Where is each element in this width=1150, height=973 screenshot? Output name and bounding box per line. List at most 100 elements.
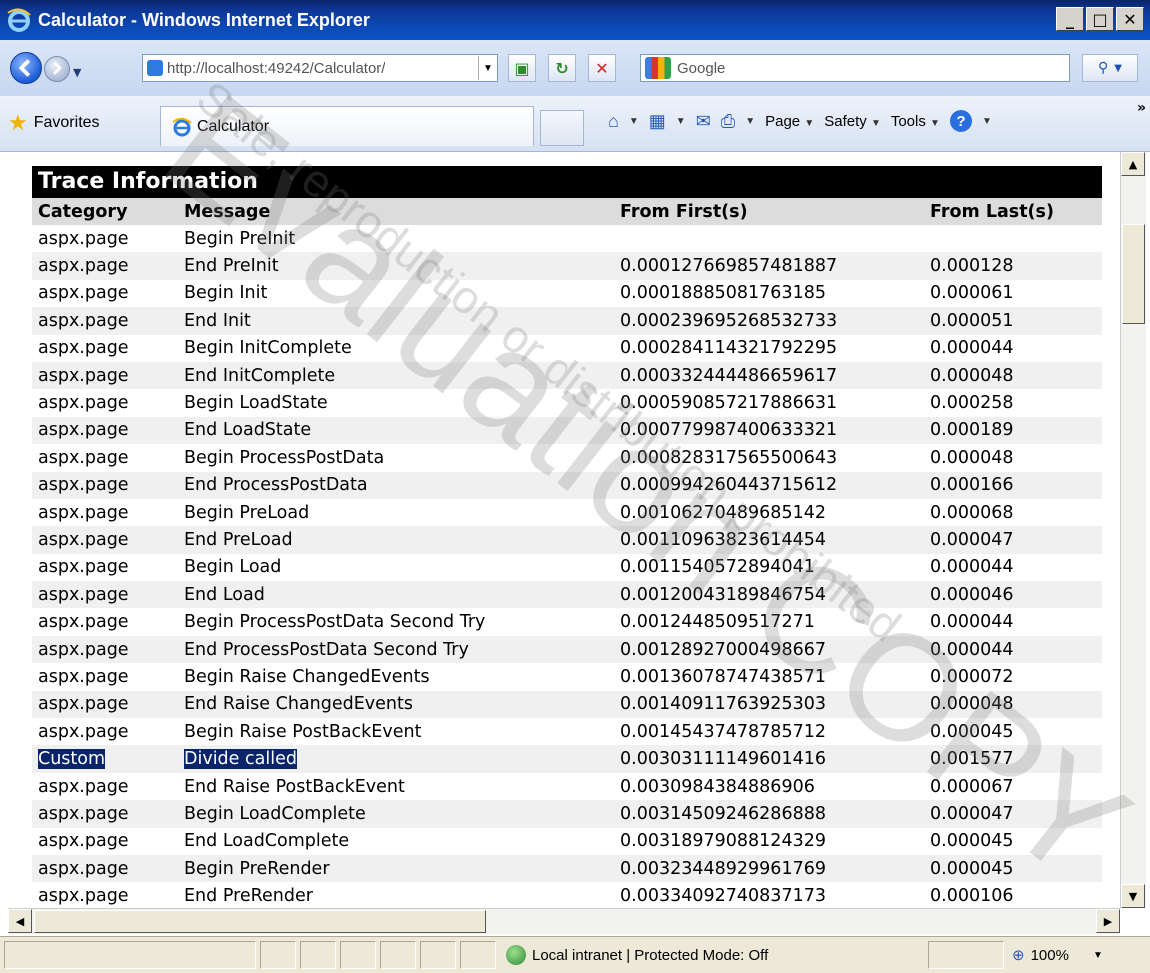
horizontal-scrollbar[interactable]: ◀ ▶ — [8, 908, 1120, 934]
address-dropdown-icon[interactable]: ▼ — [478, 56, 497, 80]
cell-from-last: 0.001577 — [930, 749, 1014, 770]
cell-from-last: 0.000045 — [930, 721, 1014, 742]
print-dropdown-icon[interactable]: ▼ — [745, 116, 755, 127]
status-bar: Local intranet | Protected Mode: Off ⊕ 1… — [0, 936, 1150, 973]
minimize-button[interactable]: _ — [1056, 7, 1084, 31]
stop-button[interactable]: ✕ — [588, 54, 616, 82]
search-placeholder[interactable]: Google — [677, 60, 725, 77]
cell-message: Begin Raise ChangedEvents — [184, 666, 430, 687]
cell-category: aspx.page — [38, 529, 129, 550]
vertical-scroll-thumb[interactable] — [1122, 224, 1145, 324]
help-icon[interactable]: ? — [949, 110, 972, 132]
security-zone[interactable]: Local intranet | Protected Mode: Off — [502, 941, 922, 969]
cell-from-last: 0.000128 — [930, 256, 1014, 277]
cell-category: aspx.page — [38, 886, 129, 907]
home-icon[interactable]: ⌂ — [608, 111, 619, 132]
cell-from-last: 0.000068 — [930, 502, 1014, 523]
scroll-down-icon: ▼ — [1128, 889, 1138, 903]
zoom-control[interactable]: ⊕ 100% ▼ — [1012, 941, 1103, 969]
cell-from-first: 0.000828317565500643 — [620, 447, 838, 468]
mail-icon[interactable]: ✉ — [696, 111, 711, 132]
cell-category: aspx.page — [38, 721, 129, 742]
tab-label: Calculator — [197, 117, 270, 135]
search-icon: ⚲ — [1098, 60, 1109, 76]
cell-category: aspx.page — [38, 831, 129, 852]
zoom-level: 100% — [1030, 946, 1069, 964]
search-options-icon[interactable]: ▼ — [1114, 63, 1122, 74]
help-dropdown-icon[interactable]: ▼ — [982, 116, 992, 127]
status-segment — [300, 941, 336, 969]
cell-from-last: 0.000258 — [930, 393, 1014, 414]
scroll-down-button[interactable]: ▼ — [1121, 884, 1145, 908]
table-row: aspx.page End ProcessPostData 0.0009942604… — [32, 471, 1102, 499]
table-row: aspx.page End PreRender 0.0033409274083717… — [32, 882, 1102, 908]
cell-from-first: 0.0012448509517271 — [620, 612, 815, 633]
home-dropdown-icon[interactable]: ▼ — [629, 116, 639, 127]
cell-from-first: 0.00136078747438571 — [620, 666, 826, 687]
cell-message: End Init — [184, 310, 251, 331]
scroll-up-button[interactable]: ▲ — [1121, 152, 1145, 176]
vertical-scrollbar[interactable]: ▲ ▼ — [1120, 152, 1146, 908]
print-icon[interactable]: ⎙ — [721, 111, 735, 132]
tools-menu[interactable]: Tools ▼ — [891, 113, 940, 130]
cell-from-last: 0.000047 — [930, 529, 1014, 550]
horizontal-scroll-thumb[interactable] — [34, 910, 486, 933]
table-row: aspx.page End Raise ChangedEvents 0.001409… — [32, 690, 1102, 719]
compatibility-view-button[interactable]: ▣ — [508, 54, 536, 82]
table-row: aspx.page Begin LoadComplete 0.00314509246… — [32, 800, 1102, 828]
favorites-label: Favorites — [33, 114, 100, 131]
forward-arrow-icon — [53, 61, 62, 75]
page-menu[interactable]: Page ▼ — [765, 113, 814, 130]
feeds-icon[interactable]: ▦ — [649, 111, 666, 132]
selected-text: Divide called — [184, 749, 297, 770]
cell-from-first: 0.000994260443715612 — [620, 475, 838, 496]
search-button[interactable]: ⚲ ▼ — [1082, 54, 1138, 82]
cell-category: aspx.page — [38, 502, 129, 523]
cell-from-first: 0.00318979088124329 — [620, 831, 826, 852]
address-url[interactable]: http://localhost:49242/Calculator/ — [167, 60, 385, 77]
cell-message: Begin InitComplete — [184, 338, 352, 359]
header-from-last: From Last(s) — [930, 201, 1054, 222]
cell-message: End PreRender — [184, 886, 313, 907]
back-button[interactable] — [10, 52, 42, 84]
address-toolbar: ▼ http://localhost:49242/Calculator/ ▼ ▣… — [0, 40, 1150, 96]
new-tab-button[interactable] — [540, 110, 584, 146]
safety-menu[interactable]: Safety ▼ — [824, 113, 881, 130]
address-bar[interactable]: http://localhost:49242/Calculator/ ▼ — [142, 54, 498, 82]
status-segment — [4, 941, 256, 969]
search-box[interactable]: Google — [640, 54, 1070, 82]
cell-message: Begin PreRender — [184, 858, 330, 879]
cell-from-last: 0.000189 — [930, 420, 1014, 441]
header-from-first: From First(s) — [620, 201, 748, 222]
cell-from-first: 0.0011540572894041 — [620, 557, 815, 578]
cell-from-first: 0.00120043189846754 — [620, 584, 826, 605]
cell-category: aspx.page — [38, 283, 129, 304]
zoom-dropdown-icon[interactable]: ▼ — [1093, 950, 1103, 961]
status-segment — [460, 941, 496, 969]
maximize-button[interactable]: □ — [1086, 7, 1114, 31]
close-button[interactable]: ✕ — [1116, 7, 1144, 31]
scroll-right-button[interactable]: ▶ — [1096, 909, 1120, 933]
cell-from-last: 0.000044 — [930, 612, 1014, 633]
forward-button[interactable] — [44, 56, 70, 82]
refresh-button[interactable]: ↻ — [548, 54, 576, 82]
table-row: aspx.page Begin Raise PostBackEvent 0.0014… — [32, 718, 1102, 745]
feeds-dropdown-icon[interactable]: ▼ — [676, 116, 686, 127]
tab-calculator[interactable]: Calculator — [160, 106, 534, 146]
favorites-button[interactable]: ★ Favorites — [8, 110, 100, 136]
status-segment — [420, 941, 456, 969]
table-row: Custom Divide called 0.00303111149601416 0.… — [32, 745, 1102, 773]
cell-category: aspx.page — [38, 557, 129, 578]
protected-mode-segment[interactable] — [928, 941, 1004, 969]
command-toolbar: ★ Favorites Calculator ⌂ ▼ ▦ ▼ ✉ ⎙ ▼ Page ▼… — [0, 96, 1150, 152]
cell-category: aspx.page — [38, 694, 129, 715]
cell-message: End InitComplete — [184, 365, 336, 386]
favorites-star-icon: ★ — [8, 110, 28, 135]
scroll-left-button[interactable]: ◀ — [8, 909, 32, 933]
cell-from-first: 0.000779987400633321 — [620, 420, 838, 441]
toolbar-overflow-icon[interactable]: » — [1137, 100, 1146, 116]
recent-pages-dropdown[interactable]: ▼ — [73, 66, 81, 79]
cell-category: aspx.page — [38, 256, 129, 277]
status-segment — [260, 941, 296, 969]
status-segment — [380, 941, 416, 969]
